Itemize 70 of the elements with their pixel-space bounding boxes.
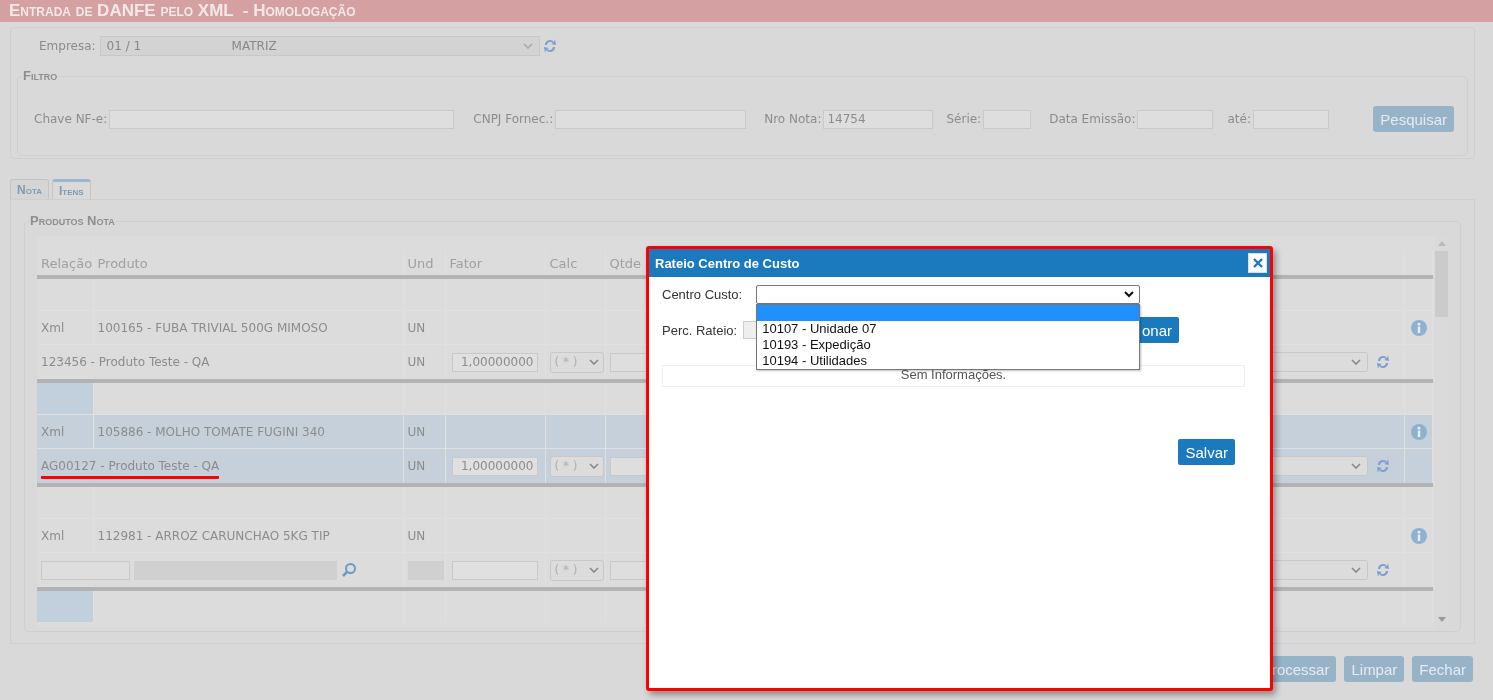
table-cell: UN	[407, 320, 426, 335]
cost-center-select[interactable]	[756, 285, 1141, 304]
tab[interactable]: Nota	[10, 179, 49, 199]
company-code: 01 / 1	[106, 39, 143, 53]
column-header: Qtde	[609, 255, 642, 271]
close-button[interactable]	[1248, 253, 1267, 273]
table-cell: Xml	[41, 320, 65, 335]
chevron-icon	[1124, 291, 1135, 298]
company-select[interactable]: 01 / 1 MATRIZ	[99, 36, 540, 56]
table-cell: 105886 - MOLHO TOMATE FUGINI 340	[97, 424, 325, 439]
chevron-icon	[522, 43, 533, 49]
field-label: CNPJ Fornec.:	[473, 112, 554, 126]
table-cell: Xml	[41, 424, 65, 439]
action-button[interactable]: Limpar	[1344, 656, 1405, 682]
close-icon	[1252, 258, 1263, 268]
chevron-icon	[588, 359, 599, 365]
column-header: Fator	[449, 255, 483, 271]
company-name: MATRIZ	[231, 39, 277, 53]
chevron-icon	[588, 463, 599, 469]
refresh-icon[interactable]	[542, 38, 557, 54]
dialog-title: Rateio Centro de Custo	[655, 255, 800, 271]
table-cell: UN	[407, 355, 426, 369]
table-cell-text: 123456 - Produto Teste - QA	[41, 355, 210, 371]
chevron-icon	[1351, 359, 1361, 365]
column-header: Und	[407, 255, 434, 271]
info-icon[interactable]	[1410, 319, 1427, 336]
input-field[interactable]: 1,00000000	[451, 352, 538, 372]
refresh-icon[interactable]	[1376, 562, 1390, 578]
scroll-up-icon[interactable]	[1438, 241, 1446, 246]
scroll-down-icon[interactable]	[1438, 617, 1446, 622]
dropdown-option[interactable]: 10194 - Utilidades	[757, 353, 1140, 369]
chevron-icon	[1351, 567, 1361, 573]
calc-select[interactable]: ( * )	[549, 455, 604, 477]
calc-select[interactable]: ( * )	[549, 351, 604, 373]
action-button[interactable]: Fechar	[1412, 656, 1473, 682]
column-header: Produto	[97, 255, 148, 271]
table-cell: 112981 - ARROZ CARUNCHAO 5KG TIP	[97, 528, 330, 543]
info-icon[interactable]	[1410, 527, 1427, 544]
table-cell: Xml	[41, 528, 65, 543]
table-cell: AG00127 - Produto Teste - QA	[41, 459, 220, 479]
page-title: Entrada de DANFE pelo XML - Homologação	[0, 0, 1493, 22]
chevron-icon	[588, 567, 599, 573]
field-label: Série:	[946, 112, 982, 126]
table-cell: UN	[407, 424, 426, 439]
table-cell: 100165 - FUBA TRIVIAL 500G MIMOSO	[97, 320, 328, 335]
info-icon[interactable]	[1410, 423, 1427, 440]
field-label: Empresa:	[39, 39, 96, 53]
table-cell: UN	[407, 459, 426, 473]
field-label: Perc. Rateio:	[662, 322, 738, 338]
field-label: Centro Custo:	[662, 287, 743, 302]
group-legend: Filtro	[22, 68, 59, 83]
refresh-icon[interactable]	[1376, 354, 1390, 370]
column-header: Relação	[41, 255, 93, 271]
field-label: Chave NF-e:	[34, 112, 108, 126]
search-button[interactable]: Pesquisar	[1373, 106, 1454, 132]
field-label: Data Emissão:	[1049, 112, 1136, 126]
group-legend: Produtos Nota	[29, 213, 116, 228]
chevron-icon	[1351, 463, 1361, 469]
input-field[interactable]: 14754	[823, 109, 934, 129]
calc-select[interactable]: ( * )	[549, 559, 604, 581]
save-button[interactable]: Salvar	[1178, 439, 1235, 465]
table-cell: UN	[407, 528, 426, 543]
field-label: até:	[1227, 112, 1251, 126]
input-field[interactable]: 1,00000000	[451, 456, 538, 476]
field-label: Nro Nota:	[764, 112, 822, 126]
column-header: Calc	[549, 255, 578, 271]
search-icon[interactable]	[341, 562, 357, 578]
empty-message: Sem Informações.	[900, 367, 1007, 382]
refresh-icon[interactable]	[1376, 458, 1390, 474]
tab[interactable]: Itens	[51, 179, 91, 199]
